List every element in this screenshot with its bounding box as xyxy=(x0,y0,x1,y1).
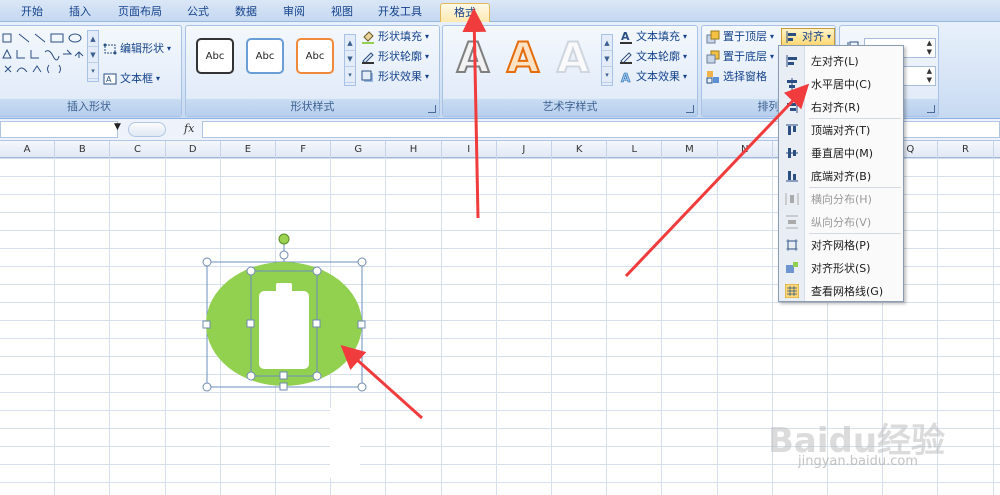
view-gridlines-icon xyxy=(785,284,799,298)
menu-item-label: 右对齐(R) xyxy=(811,101,861,114)
align-left-icon xyxy=(786,55,797,67)
menu-item-align-top[interactable]: 顶端对齐(T) xyxy=(779,119,903,141)
align-center-icon xyxy=(787,78,797,90)
menu-item-label: 横向分布(H) xyxy=(811,193,872,206)
menu-item-align-center[interactable]: 水平居中(C) xyxy=(779,73,903,95)
distribute-horizontal-icon xyxy=(785,193,799,205)
menu-item-label: 对齐网格(P) xyxy=(811,239,871,252)
menu-item-label: 水平居中(C) xyxy=(811,78,872,91)
menu-item-label: 对齐形状(S) xyxy=(811,262,871,275)
menu-item-label: 左对齐(L) xyxy=(811,55,859,68)
snap-grid-icon xyxy=(786,239,798,251)
align-dropdown-menu: 左对齐(L) 水平居中(C) 右对齐(R) 顶端对齐(T) 垂直居中(M) 底端对齐(B)… xyxy=(778,45,904,302)
menu-item-align-bottom[interactable]: 底端对齐(B) xyxy=(779,165,903,187)
white-patch xyxy=(330,408,360,478)
menu-item-label: 顶端对齐(T) xyxy=(811,124,871,137)
menu-item-distribute-horizontal: 横向分布(H) xyxy=(779,188,903,210)
align-middle-icon xyxy=(786,148,798,158)
distribute-vertical-icon xyxy=(786,215,798,229)
align-right-icon xyxy=(787,101,798,113)
menu-item-align-right[interactable]: 右对齐(R) xyxy=(779,96,903,118)
menu-item-snap-grid[interactable]: 对齐网格(P) xyxy=(779,234,903,256)
menu-item-align-middle[interactable]: 垂直居中(M) xyxy=(779,142,903,164)
align-top-icon xyxy=(786,124,798,135)
menu-item-distribute-vertical: 纵向分布(V) xyxy=(779,211,903,233)
menu-item-label: 底端对齐(B) xyxy=(811,170,872,183)
menu-item-label: 纵向分布(V) xyxy=(811,216,872,229)
menu-item-align-left[interactable]: 左对齐(L) xyxy=(779,50,903,72)
menu-item-label: 垂直居中(M) xyxy=(811,147,874,160)
baidu-watermark-url: jingyan.baidu.com xyxy=(798,454,918,469)
menu-item-label: 查看网格线(G) xyxy=(811,285,884,298)
rotation-handle[interactable] xyxy=(278,233,290,245)
menu-item-snap-shape[interactable]: 对齐形状(S) xyxy=(779,257,903,279)
snap-shape-icon xyxy=(786,262,798,273)
battery-icon[interactable] xyxy=(259,283,309,369)
align-bottom-icon xyxy=(786,171,798,182)
menu-item-view-gridlines[interactable]: 查看网格线(G) xyxy=(779,280,903,302)
